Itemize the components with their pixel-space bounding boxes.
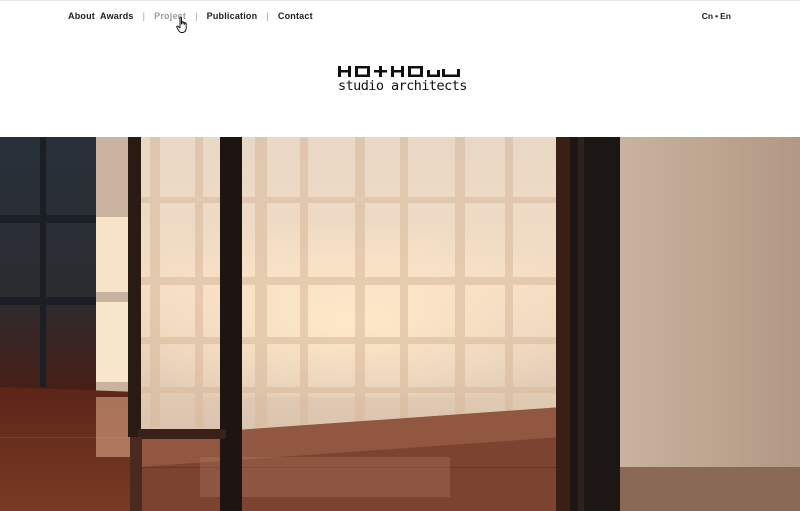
logo-subtitle: studio architects bbox=[338, 78, 467, 94]
nav-separator: | bbox=[195, 11, 198, 21]
nav-contact[interactable]: Contact bbox=[278, 11, 313, 21]
language-switcher: Cn • En bbox=[702, 11, 731, 21]
lang-en-link[interactable]: En bbox=[720, 11, 731, 21]
nav-project[interactable]: Project bbox=[154, 11, 186, 21]
nav-separator: | bbox=[266, 11, 269, 21]
page: About Awards | Project | Publication | C… bbox=[0, 0, 800, 511]
top-divider bbox=[0, 0, 800, 1]
lang-dot: • bbox=[715, 11, 719, 21]
main-nav: About Awards | Project | Publication | C… bbox=[68, 11, 313, 21]
lang-cn-link[interactable]: Cn bbox=[702, 11, 713, 21]
hero-image bbox=[0, 137, 800, 511]
nav-publication[interactable]: Publication bbox=[207, 11, 258, 21]
architecture-photo-icon bbox=[0, 137, 800, 511]
nav-separator: | bbox=[142, 11, 146, 21]
nav-about-awards[interactable]: About Awards bbox=[68, 11, 134, 21]
